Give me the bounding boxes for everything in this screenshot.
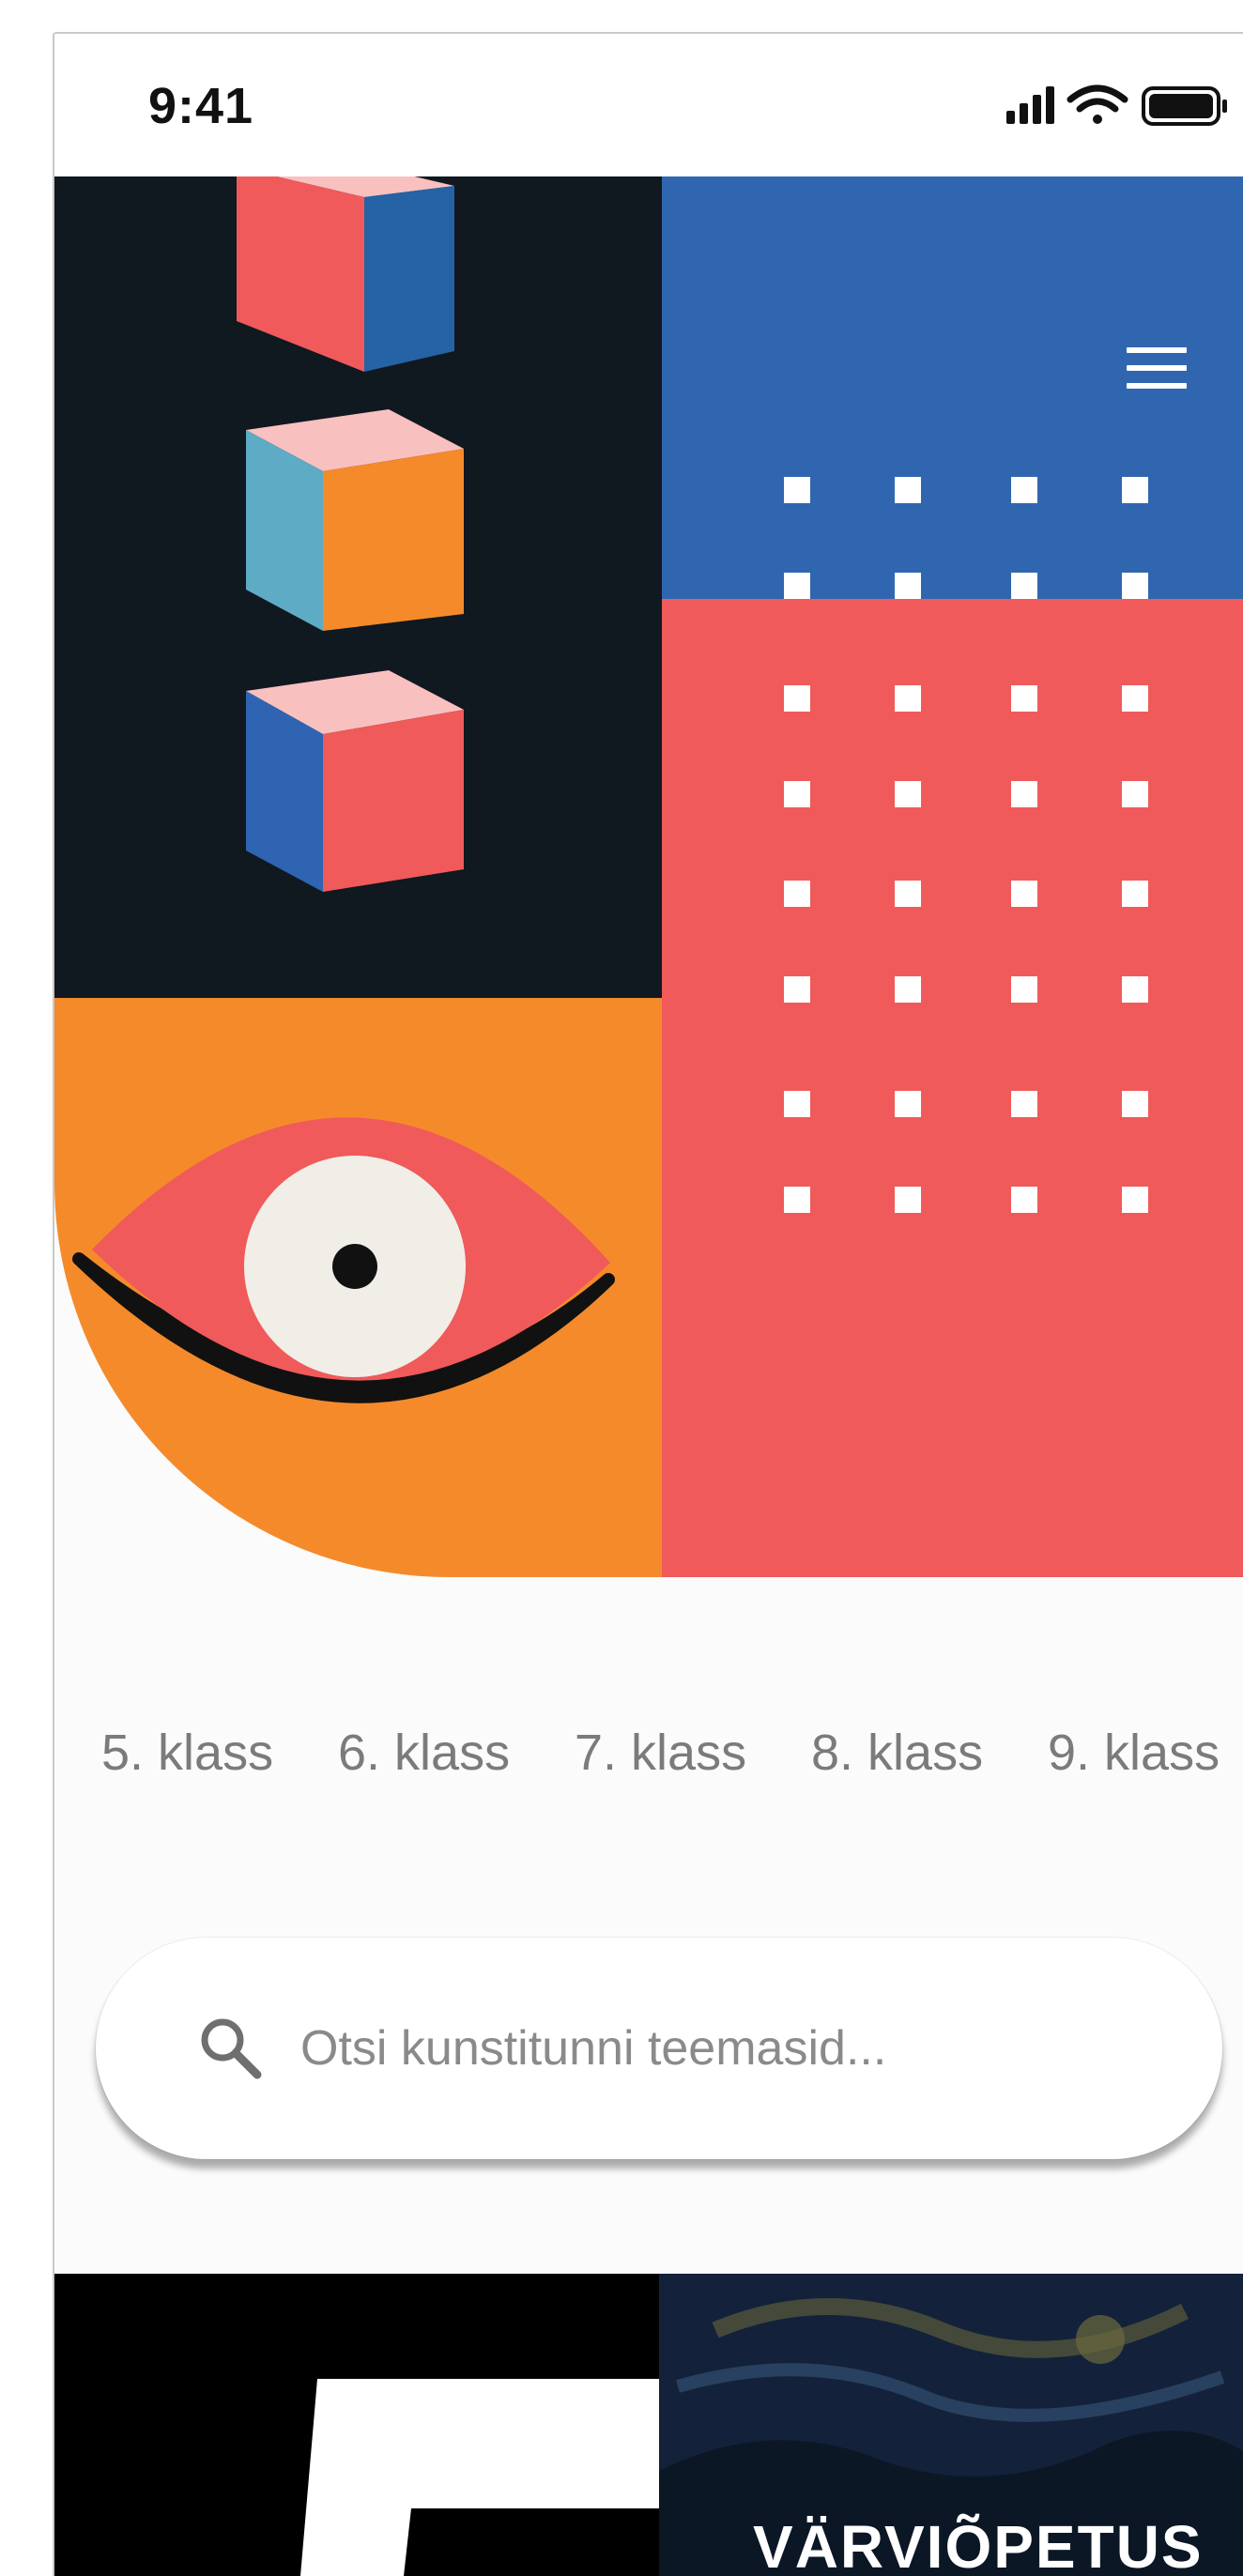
decor-dot (1122, 573, 1148, 599)
decor-dot (895, 976, 921, 1003)
status-icons (1006, 84, 1227, 126)
decor-dot (1122, 1091, 1148, 1117)
decor-dot (784, 685, 810, 712)
decor-dot (1122, 781, 1148, 807)
signal-icon (1006, 86, 1054, 124)
grade-tab-6[interactable]: 6. klass (338, 1724, 510, 1782)
decor-dot (895, 881, 921, 907)
cubes-panel (54, 156, 662, 998)
eye-pupil (332, 1244, 377, 1289)
decor-dot (1122, 881, 1148, 907)
decor-dot (784, 881, 810, 907)
hero-illustration (54, 156, 1243, 1577)
search-icon (201, 2018, 262, 2079)
eye-panel (54, 998, 662, 1577)
wifi-icon (1067, 84, 1128, 124)
cubes-graphic (237, 156, 464, 892)
grade-tab-7[interactable]: 7. klass (575, 1724, 746, 1782)
decor-dot (1011, 881, 1037, 907)
decor-dot (895, 573, 921, 599)
lesson-card[interactable]: VÄRVIÕPETUS (54, 2274, 1243, 2576)
decor-dot (784, 477, 810, 503)
eye-graphic (72, 1117, 615, 1403)
decor-dot (784, 573, 810, 599)
decor-dot (1011, 1187, 1037, 1213)
decor-dot (784, 976, 810, 1003)
decor-dot (1011, 477, 1037, 503)
decor-dot (895, 477, 921, 503)
decor-dot (1122, 1187, 1148, 1213)
decor-dot (1011, 573, 1037, 599)
search-bar[interactable] (96, 1938, 1222, 2159)
lesson-card-title: VÄRVIÕPETUS (753, 2513, 1204, 2576)
dots-panel (662, 477, 1243, 1577)
letter-graphic (300, 2379, 659, 2576)
decor-dot (1011, 685, 1037, 712)
grade-tab-8[interactable]: 8. klass (811, 1724, 983, 1782)
battery-icon (1142, 86, 1227, 126)
search-input[interactable] (300, 1994, 1145, 2103)
decor-dot (895, 685, 921, 712)
decor-dot (784, 1187, 810, 1213)
lesson-card-letter-panel (54, 2274, 659, 2576)
grade-tab-5[interactable]: 5. klass (101, 1724, 273, 1782)
cube-blue-red (246, 670, 464, 892)
decor-dot (784, 1091, 810, 1117)
decor-dot (1122, 685, 1148, 712)
decor-dot (1011, 976, 1037, 1003)
grade-tabs: 5. klass 6. klass 7. klass 8. klass 9. k… (54, 1724, 1243, 1799)
phone-frame: 9:41 5. klass 6. klass 7. klass 8. klass… (53, 32, 1243, 2576)
decor-dot (1011, 1091, 1037, 1117)
menu-button[interactable] (1127, 347, 1187, 389)
grade-tab-9[interactable]: 9. klass (1048, 1724, 1220, 1782)
decor-dot (784, 781, 810, 807)
cube-cyan-orange (246, 409, 464, 631)
decor-dot (1011, 781, 1037, 807)
decor-dot (1122, 477, 1148, 503)
status-bar: 9:41 (54, 34, 1243, 176)
lesson-card-painting: VÄRVIÕPETUS (659, 2274, 1243, 2576)
decor-dot (895, 1091, 921, 1117)
decor-dot (1122, 976, 1148, 1003)
decor-dot (895, 1187, 921, 1213)
cube-red-blue (237, 156, 454, 372)
status-time: 9:41 (148, 78, 254, 134)
decor-dot (895, 781, 921, 807)
